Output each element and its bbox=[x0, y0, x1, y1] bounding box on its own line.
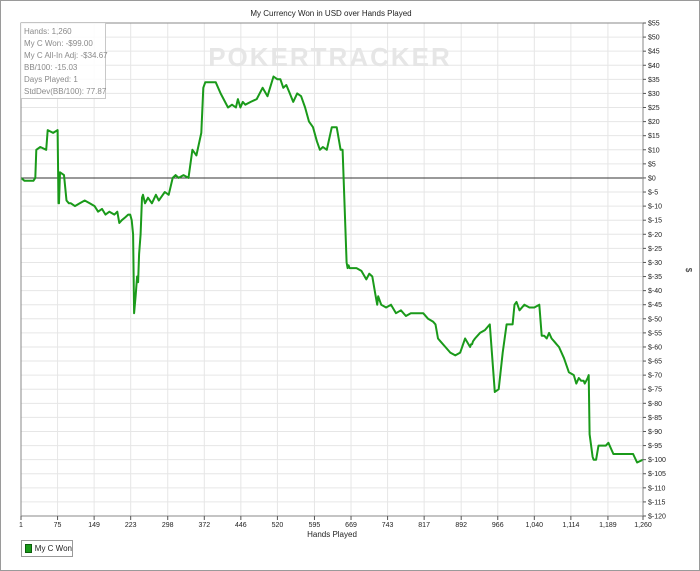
y-tick-label: $-65 bbox=[648, 359, 662, 366]
x-tick-label: 298 bbox=[162, 522, 174, 529]
y-tick-label: $-70 bbox=[648, 373, 662, 380]
y-tick-label: $-45 bbox=[648, 302, 662, 309]
y-tick-label: $-30 bbox=[648, 260, 662, 267]
series-line-my-c-won bbox=[20, 75, 644, 464]
y-tick-label: $0 bbox=[648, 175, 656, 182]
x-tick-label: 223 bbox=[125, 522, 137, 529]
legend: My C Won bbox=[21, 540, 73, 557]
stat-won: My C Won: -$99.00 bbox=[24, 39, 93, 48]
x-tick-label: 1 bbox=[19, 522, 23, 529]
stat-days-played: Days Played: 1 bbox=[24, 75, 78, 84]
y-tick-label: $-75 bbox=[648, 387, 662, 394]
stat-hands: Hands: 1,260 bbox=[24, 27, 72, 36]
stat-stddev: StdDev(BB/100): 77.87 bbox=[24, 87, 107, 96]
y-axis-title: $ bbox=[684, 268, 693, 273]
x-tick-label: 149 bbox=[88, 522, 100, 529]
x-tick-label: 966 bbox=[492, 522, 504, 529]
y-tick-label: $-105 bbox=[648, 471, 666, 478]
x-tick-label: 595 bbox=[309, 522, 321, 529]
x-tick-label: 520 bbox=[272, 522, 284, 529]
stat-allin-adj: My C All-In Adj: -$34.67 bbox=[24, 51, 108, 60]
y-tick-label: $-5 bbox=[648, 190, 658, 197]
y-tick-label: $-80 bbox=[648, 401, 662, 408]
y-tick-label: $-15 bbox=[648, 218, 662, 225]
y-tick-label: $30 bbox=[648, 91, 660, 98]
y-tick-label: $55 bbox=[648, 21, 660, 28]
x-tick-label: 446 bbox=[235, 522, 247, 529]
y-tick-label: $35 bbox=[648, 77, 660, 84]
y-tick-label: $-85 bbox=[648, 415, 662, 422]
x-tick-label: 817 bbox=[418, 522, 430, 529]
plot-area-border bbox=[20, 22, 644, 517]
y-tick-label: $25 bbox=[648, 105, 660, 112]
y-tick-label: $50 bbox=[648, 35, 660, 42]
y-tick-label: $-35 bbox=[648, 274, 662, 281]
grid-layer bbox=[20, 22, 644, 517]
x-tick-label: 1,040 bbox=[526, 522, 544, 529]
y-axis: $55 $50 $45 $40 $35 $30 $25 $20 $15 $10 $5 $0 $-5 $-1… bbox=[643, 21, 666, 521]
x-tick-label: 1,260 bbox=[634, 522, 652, 529]
chart-title: My Currency Won in USD over Hands Played bbox=[250, 9, 411, 18]
y-tick-label: $-20 bbox=[648, 232, 662, 239]
y-tick-label: $45 bbox=[648, 49, 660, 56]
y-tick-label: $-95 bbox=[648, 443, 662, 450]
x-axis: 1 75 149 223 298 372 446 520 595 669 743 817 892 966 1… bbox=[19, 516, 652, 529]
y-tick-label: $-120 bbox=[648, 514, 666, 521]
legend-swatch bbox=[25, 544, 32, 553]
x-tick-label: 372 bbox=[198, 522, 210, 529]
y-tick-label: $-90 bbox=[648, 429, 662, 436]
x-tick-label: 1,114 bbox=[562, 522, 579, 529]
x-tick-label: 669 bbox=[345, 522, 357, 529]
y-tick-label: $-110 bbox=[648, 485, 665, 492]
y-tick-label: $-55 bbox=[648, 330, 662, 337]
y-tick-label: $40 bbox=[648, 63, 660, 70]
y-tick-label: $-40 bbox=[648, 288, 662, 295]
pokertracker-watermark: POKERTRACKER bbox=[208, 42, 452, 72]
x-tick-label: 1,189 bbox=[599, 522, 617, 529]
y-tick-label: $5 bbox=[648, 161, 656, 168]
x-tick-label: 892 bbox=[455, 522, 467, 529]
x-tick-label: 743 bbox=[382, 522, 394, 529]
stats-box: Hands: 1,260 My C Won: -$99.00 My C All-… bbox=[21, 23, 108, 99]
y-tick-label: $-60 bbox=[648, 344, 662, 351]
stat-bb100: BB/100: -15.03 bbox=[24, 63, 78, 72]
y-tick-label: $-50 bbox=[648, 316, 662, 323]
y-tick-label: $10 bbox=[648, 147, 660, 154]
x-tick-label: 75 bbox=[54, 522, 62, 529]
y-tick-label: $20 bbox=[648, 119, 660, 126]
y-tick-label: $15 bbox=[648, 133, 660, 140]
watermark-text: POKERTRACKER bbox=[208, 42, 452, 72]
x-axis-title: Hands Played bbox=[307, 530, 357, 539]
legend-label: My C Won bbox=[34, 544, 72, 553]
y-tick-label: $-25 bbox=[648, 246, 662, 253]
y-tick-label: $-10 bbox=[648, 204, 662, 211]
y-tick-label: $-100 bbox=[648, 457, 666, 464]
series-layer bbox=[20, 75, 644, 464]
y-tick-label: $-115 bbox=[648, 499, 665, 506]
